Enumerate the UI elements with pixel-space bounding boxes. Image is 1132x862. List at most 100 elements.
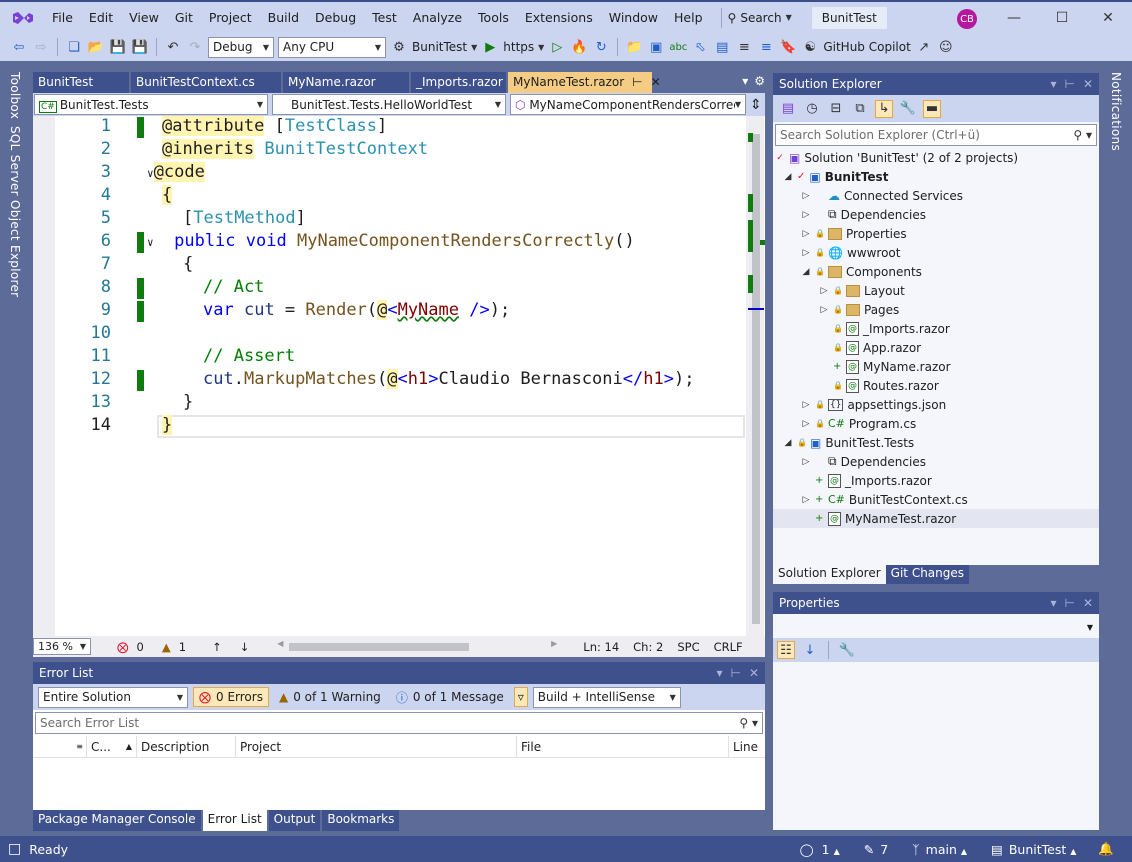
tree-item[interactable]: ▷ + C# BunitTestContext.cs <box>801 490 968 509</box>
column-file[interactable]: File <box>517 736 729 757</box>
tree-item[interactable]: + @ MyName.razor <box>819 357 951 376</box>
collapsed-arrow-icon[interactable]: ▷ <box>801 419 811 429</box>
redo-icon[interactable]: ↷ <box>186 38 204 56</box>
menu-project[interactable]: Project <box>201 10 260 25</box>
repository-selector[interactable]: BunitTest ▲ <box>1009 842 1077 857</box>
expanded-arrow-icon[interactable]: ◢ <box>801 267 811 277</box>
tab-bunittest[interactable]: BunitTest <box>33 72 129 93</box>
menu-git[interactable]: Git <box>167 10 201 25</box>
horizontal-scrollbar[interactable]: ◀ ▶ <box>277 639 557 653</box>
sql-server-object-explorer-tab[interactable]: SQL Server Object Explorer <box>8 126 22 297</box>
collapsed-arrow-icon[interactable]: ▷ <box>801 457 811 467</box>
menu-analyze[interactable]: Analyze <box>405 10 470 25</box>
scope-dropdown[interactable]: Entire Solution ▼ <box>38 686 188 708</box>
feedback-icon[interactable]: ☺ <box>937 38 955 56</box>
branch-selector[interactable]: main ▲ <box>926 842 967 857</box>
close-button[interactable]: ✕ <box>1096 8 1120 28</box>
warning-count[interactable]: 1 <box>179 640 186 654</box>
column-filter-icon[interactable]: ≡ <box>33 736 87 757</box>
indentation-indicator[interactable]: SPC <box>677 640 699 654</box>
tree-item[interactable]: ◢ 🔒 Components <box>801 262 922 281</box>
tab-list-icon[interactable]: ▾ <box>742 74 748 93</box>
collapsed-arrow-icon[interactable]: ▷ <box>819 305 829 315</box>
window-position-icon[interactable]: ▾ <box>1050 77 1056 91</box>
solution-explorer-search[interactable]: Search Solution Explorer (Ctrl+ü) ⚲ ▾ <box>775 124 1097 146</box>
switch-views-icon[interactable]: ▤ <box>779 100 797 118</box>
search-button[interactable]: ⚲ Search ▼ <box>720 7 798 28</box>
pending-changes-filter-icon[interactable]: ◷ <box>803 100 821 118</box>
indent-icon[interactable]: ≡ <box>735 38 753 56</box>
split-window-icon[interactable]: ⇕ <box>750 97 762 113</box>
warnings-filter-toggle[interactable]: ▲ 0 of 1 Warning <box>274 687 386 707</box>
tree-item[interactable]: 🔒 @ _Imports.razor <box>819 319 950 338</box>
outdent-icon[interactable]: ≡ <box>757 38 775 56</box>
errors-filter-toggle[interactable]: ⨂ 0 Errors <box>193 687 269 707</box>
user-avatar[interactable]: CB <box>957 9 977 29</box>
expanded-arrow-icon[interactable]: ◢ <box>783 172 793 182</box>
pin-icon[interactable]: ⊢ <box>1064 596 1074 610</box>
tab-solution-explorer[interactable]: Solution Explorer <box>773 565 886 584</box>
search-icon[interactable]: ⚲ ▾ <box>739 716 758 730</box>
start-without-debugging-icon[interactable]: ▷ <box>548 38 566 56</box>
menu-view[interactable]: View <box>121 10 167 25</box>
column-indicator[interactable]: Ch: 2 <box>633 640 663 654</box>
search-icon[interactable]: ⚲ ▾ <box>1073 128 1092 142</box>
tree-item[interactable]: ◢ 🔒 ▣ BunitTest.Tests <box>783 433 915 452</box>
tab-bunittestcontext[interactable]: BunitTestContext.cs <box>131 72 281 93</box>
editor-vertical-scrollbar[interactable] <box>746 116 765 636</box>
menu-build[interactable]: Build <box>260 10 307 25</box>
source-dropdown[interactable]: Build + IntelliSense ▼ <box>532 686 681 708</box>
configuration-dropdown[interactable]: Debug ▼ <box>208 36 274 58</box>
menu-extensions[interactable]: Extensions <box>517 10 601 25</box>
object-selector-dropdown[interactable]: ▼ <box>773 616 1099 638</box>
tab-myname-razor[interactable]: MyName.razor <box>283 72 409 93</box>
bookmark-icon[interactable]: 🔖 <box>779 38 797 56</box>
copy-tree-icon[interactable]: ▤ <box>713 38 731 56</box>
sync-active-document-icon[interactable]: ↳ <box>875 99 893 118</box>
tree-item[interactable]: ▷ 🔒 🌐 wwwroot <box>801 243 901 262</box>
tree-item[interactable]: ◢ ✓ ▣ BunitTest <box>783 167 889 186</box>
maximize-button[interactable]: ☐ <box>1050 8 1074 28</box>
toolbox-tab[interactable]: Toolbox <box>8 72 22 119</box>
refresh-icon[interactable]: ↻ <box>592 38 610 56</box>
undo-icon[interactable]: ↶ <box>164 38 182 56</box>
tree-item[interactable]: ▷ ☁ Connected Services <box>801 186 964 205</box>
pin-icon[interactable]: ⊢ <box>632 75 642 90</box>
tab-error-list[interactable]: Error List <box>202 810 267 831</box>
collapse-icon[interactable]: ∨ <box>147 236 154 249</box>
hot-reload-icon[interactable]: 🔥 <box>570 38 588 56</box>
menu-debug[interactable]: Debug <box>307 10 364 25</box>
menu-edit[interactable]: Edit <box>81 10 121 25</box>
start-debugging-icon[interactable]: ▶ <box>481 38 499 56</box>
scroll-thumb[interactable] <box>289 642 470 651</box>
unpushed-commits[interactable]: 1 ▲ <box>822 842 840 857</box>
collapsed-arrow-icon[interactable]: ▷ <box>801 210 811 220</box>
line-indicator[interactable]: Ln: 14 <box>583 640 619 654</box>
notifications-bell-icon[interactable]: 🔔 <box>1098 841 1114 857</box>
alphabetical-sort-icon[interactable]: ↓ <box>801 641 819 659</box>
tree-item[interactable]: + @ MyNameTest.razor <box>773 509 1099 528</box>
tree-item[interactable]: 🔒 @ Routes.razor <box>819 376 939 395</box>
tab-bookmarks[interactable]: Bookmarks <box>322 810 400 831</box>
preview-selected-items-icon[interactable]: ▬ <box>923 99 941 118</box>
column-description[interactable]: Description <box>137 736 236 757</box>
categorized-icon[interactable]: ☷ <box>777 641 795 659</box>
tree-item[interactable]: ▷ 🔒{} appsettings.json <box>801 395 947 414</box>
spell-check-icon[interactable]: abc <box>669 38 687 56</box>
previous-issue-icon[interactable]: ↑ <box>212 640 222 654</box>
github-copilot-button[interactable]: GitHub Copilot <box>823 40 910 54</box>
error-count[interactable]: 0 <box>137 640 144 654</box>
tab-git-changes[interactable]: Git Changes <box>885 565 970 584</box>
collapsed-arrow-icon[interactable]: ▷ <box>819 286 829 296</box>
platform-dropdown[interactable]: Any CPU ▼ <box>278 36 386 58</box>
column-code[interactable]: C... ▲ <box>87 736 137 757</box>
minimize-button[interactable]: — <box>1002 8 1026 28</box>
scroll-thumb[interactable] <box>752 134 760 624</box>
notifications-tab[interactable]: Notifications <box>1109 72 1123 151</box>
filter-toggle[interactable]: ▿ <box>513 687 528 707</box>
window-layout-icon[interactable]: ▣ <box>647 38 665 56</box>
messages-filter-toggle[interactable]: ⓘ 0 of 1 Message <box>391 687 509 707</box>
collapsed-arrow-icon[interactable]: ▷ <box>801 248 811 258</box>
tree-item[interactable]: 🔒 @ App.razor <box>819 338 921 357</box>
tree-item[interactable]: ✓ ▣ Solution 'BunitTest' (2 of 2 projects) <box>775 148 1018 167</box>
